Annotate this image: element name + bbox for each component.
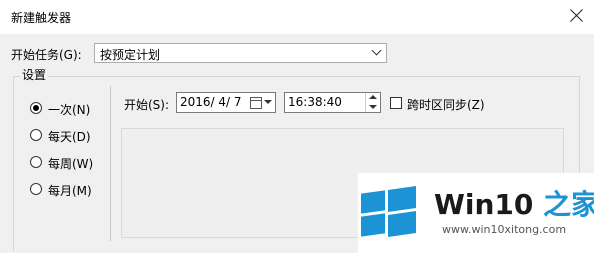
chevron-down-icon: [372, 47, 382, 57]
radio-button[interactable]: [30, 183, 42, 195]
watermark-url: www.win10xitong.com: [442, 223, 567, 236]
watermark: Win10 之家 www.win10xitong.com: [358, 173, 594, 253]
title-bar: 新建触发器: [0, 0, 594, 34]
spin-up-icon[interactable]: [369, 95, 377, 99]
radio-label: 每周(W): [48, 157, 94, 171]
windows-logo-icon: [361, 186, 417, 242]
radio-button[interactable]: [30, 102, 42, 114]
start-task-label: 开始任务(G):: [11, 48, 82, 62]
start-label: 开始(S):: [124, 98, 170, 112]
chevron-down-icon[interactable]: [264, 100, 272, 104]
radio-button[interactable]: [30, 129, 42, 141]
start-task-value: 按预定计划: [100, 48, 161, 62]
watermark-brand: Win10 之家: [434, 188, 594, 221]
sync-timezone-checkbox[interactable]: [390, 97, 402, 109]
sync-timezone-label: 跨时区同步(Z): [407, 98, 485, 112]
radio-label: 每月(M): [48, 184, 92, 198]
close-icon[interactable]: [566, 5, 588, 27]
window-title: 新建触发器: [11, 11, 72, 25]
start-time-value: 16:38:40: [288, 95, 342, 109]
start-date-picker[interactable]: 2016/ 4/ 7: [176, 92, 276, 113]
radio-label: 每天(D): [48, 130, 91, 144]
start-date-value: 2016/ 4/ 7: [180, 95, 242, 109]
calendar-icon[interactable]: [250, 97, 262, 109]
divider: [110, 86, 111, 241]
radio-label: 一次(N): [48, 103, 91, 117]
start-task-select[interactable]: 按预定计划: [94, 43, 387, 63]
time-spinner[interactable]: [365, 93, 380, 112]
radio-button[interactable]: [30, 156, 42, 168]
start-time-input[interactable]: 16:38:40: [284, 92, 381, 113]
settings-legend: 设置: [20, 66, 49, 83]
spin-down-icon[interactable]: [369, 105, 377, 109]
